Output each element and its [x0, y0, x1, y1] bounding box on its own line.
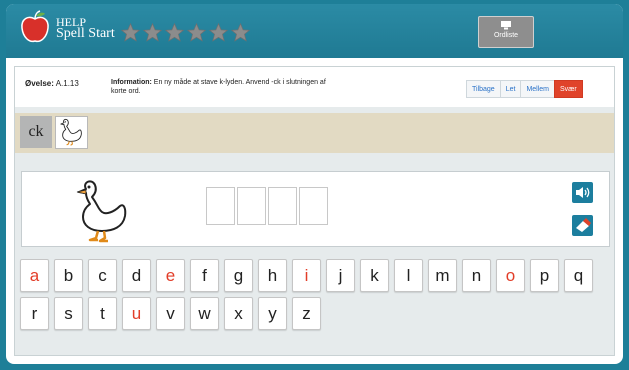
letter-slot[interactable]: [268, 187, 297, 225]
app-title: HELP Spell Start: [56, 16, 115, 41]
level-medium-button[interactable]: Mellem: [520, 80, 555, 98]
monitor-icon: [501, 21, 511, 30]
level-selector: Tilbage Let Mellem Svær: [466, 80, 583, 98]
key-w[interactable]: w: [190, 297, 219, 330]
info-label: Information:: [111, 79, 152, 86]
key-a[interactable]: a: [20, 259, 49, 292]
apple-logo-icon: [21, 10, 49, 43]
star-icon: [230, 22, 251, 42]
letter-slots: [206, 187, 328, 225]
eraser-icon: [576, 218, 591, 232]
key-y[interactable]: y: [258, 297, 287, 330]
star-icon: [208, 22, 229, 42]
duck-icon: [76, 180, 127, 243]
star-icon: [142, 22, 163, 42]
header-bar: HELP Spell Start Ordliste: [6, 4, 623, 58]
key-v[interactable]: v: [156, 297, 185, 330]
speaker-icon: [576, 187, 590, 198]
exercise-number: A.1.13: [55, 79, 79, 88]
star-icon: [186, 22, 207, 42]
key-l[interactable]: l: [394, 259, 423, 292]
letter-slot[interactable]: [237, 187, 266, 225]
word-panel: [21, 171, 610, 247]
key-z[interactable]: z: [292, 297, 321, 330]
duck-icon: [60, 118, 82, 146]
erase-button[interactable]: [572, 215, 593, 236]
key-i[interactable]: i: [292, 259, 321, 292]
ordliste-label: Ordliste: [493, 32, 519, 39]
key-m[interactable]: m: [428, 259, 457, 292]
sound-button[interactable]: [572, 182, 593, 203]
letter-slot[interactable]: [299, 187, 328, 225]
key-g[interactable]: g: [224, 259, 253, 292]
progress-stars: [120, 22, 251, 43]
level-hard-button[interactable]: Svær: [554, 80, 583, 98]
key-o[interactable]: o: [496, 259, 525, 292]
app-window: HELP Spell Start Ordliste Øvelse: A.1.13: [6, 4, 623, 364]
key-f[interactable]: f: [190, 259, 219, 292]
exercise-label: Øvelse:: [25, 79, 54, 88]
key-r[interactable]: r: [20, 297, 49, 330]
exercise-id: Øvelse: A.1.13: [25, 79, 79, 88]
info-bar: Øvelse: A.1.13 Information: En ny måde a…: [15, 67, 614, 107]
key-s[interactable]: s: [54, 297, 83, 330]
level-easy-button[interactable]: Let: [499, 80, 522, 98]
keyboard-row-2: rstuvwxyz: [20, 297, 612, 330]
exercise-area: Øvelse: A.1.13 Information: En ny måde a…: [14, 66, 615, 356]
key-b[interactable]: b: [54, 259, 83, 292]
back-button[interactable]: Tilbage: [466, 80, 501, 98]
keyboard-row-1: abcdefghijklmnopq: [20, 259, 612, 292]
app-title-line2: Spell Start: [56, 26, 115, 41]
key-q[interactable]: q: [564, 259, 593, 292]
rule-panel: ck: [15, 113, 614, 153]
star-icon: [120, 22, 141, 42]
letter-keyboard: abcdefghijklmnopq rstuvwxyz: [20, 259, 612, 335]
star-icon: [164, 22, 185, 42]
ordliste-button[interactable]: Ordliste: [478, 16, 534, 48]
key-u[interactable]: u: [122, 297, 151, 330]
key-k[interactable]: k: [360, 259, 389, 292]
exercise-info: Information: En ny måde at stave k-lyden…: [111, 78, 331, 96]
key-c[interactable]: c: [88, 259, 117, 292]
rule-letters-tile: ck: [20, 116, 52, 148]
key-h[interactable]: h: [258, 259, 287, 292]
key-e[interactable]: e: [156, 259, 185, 292]
key-t[interactable]: t: [88, 297, 117, 330]
rule-image-tile: [55, 116, 88, 149]
key-j[interactable]: j: [326, 259, 355, 292]
key-p[interactable]: p: [530, 259, 559, 292]
letter-slot[interactable]: [206, 187, 235, 225]
key-n[interactable]: n: [462, 259, 491, 292]
key-x[interactable]: x: [224, 297, 253, 330]
key-d[interactable]: d: [122, 259, 151, 292]
